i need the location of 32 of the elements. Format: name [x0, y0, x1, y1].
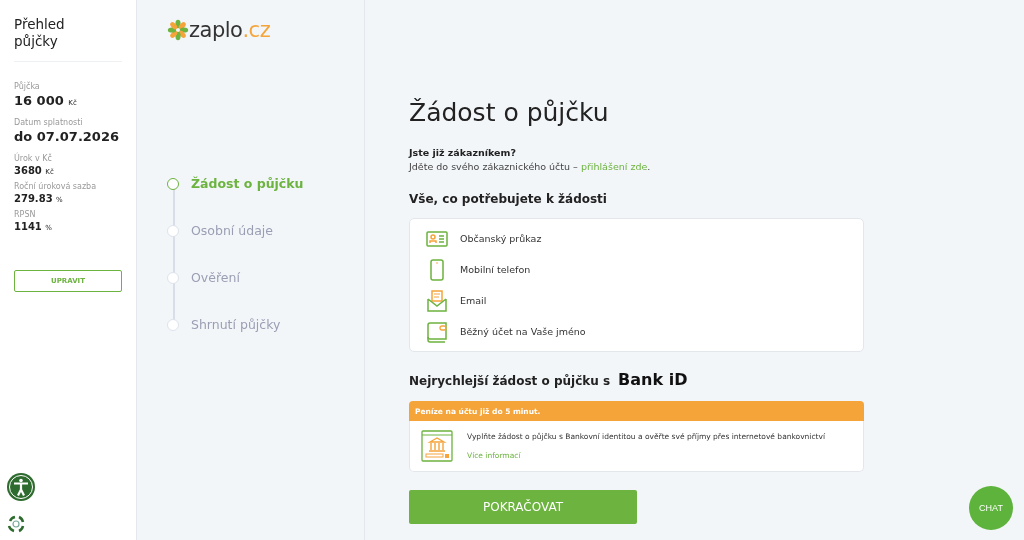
summary-label: Datum splatnosti [14, 118, 84, 127]
summary-label: Půjčka [14, 82, 41, 91]
phone-icon [430, 258, 444, 281]
summary-value: do 07.07.2026 [14, 129, 120, 144]
bankid-heading: Nejrychlejší žádost o půjčku s [409, 374, 611, 388]
bankid-logo-text: Bank iD [618, 370, 688, 389]
step-label[interactable]: Osobní údaje [191, 223, 273, 238]
bank-browser-icon [421, 430, 453, 462]
step-label[interactable]: Žádost o půjčku [191, 176, 304, 191]
continue-button[interactable]: POKRAČOVAT [409, 490, 637, 524]
panel-title: Přehled půjčky [14, 16, 122, 62]
step-label[interactable]: Shrnutí půjčky [191, 317, 281, 332]
accessibility-icon[interactable] [6, 472, 36, 502]
logo-text: zaplo [189, 18, 243, 42]
login-sentence: Jděte do svého zákaznického účtu – přihlášení zde. [409, 161, 652, 172]
requirement-label: Mobilní telefon [460, 264, 531, 275]
requirements-heading: Vše, co potřebujete k žádosti [409, 192, 608, 206]
envelope-icon [427, 289, 447, 312]
requirement-label: Občanský průkaz [460, 233, 542, 244]
summary-label: Úrok v Kč [14, 154, 53, 163]
id-card-icon [426, 230, 448, 247]
flower-icon [167, 19, 189, 41]
customer-question: Jste již zákazníkem? [409, 147, 517, 158]
summary-label: Roční úroková sazba [14, 182, 98, 191]
logo-domain: .cz [242, 18, 271, 42]
step-label[interactable]: Ověření [191, 270, 240, 285]
requirement-label: Email [460, 295, 487, 306]
wallet-icon [427, 320, 447, 343]
summary-label: RPSN [14, 210, 37, 219]
page-title: Žádost o půjčku [409, 98, 610, 127]
chat-button[interactable]: CHAT [969, 486, 1013, 530]
requirement-label: Běžný účet na Vaše jméno [460, 326, 586, 337]
